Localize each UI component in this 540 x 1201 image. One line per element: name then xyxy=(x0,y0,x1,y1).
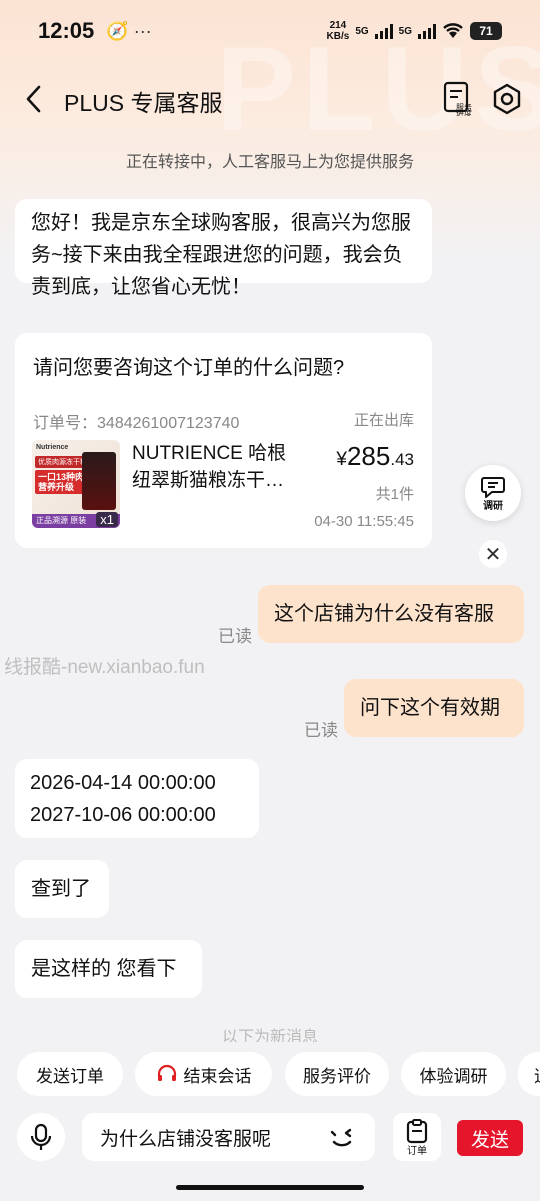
product-image[interactable]: Nutrience 优质肉源冻干粮 一口13种肉 营养升级 正品溯源 原装 x1 xyxy=(32,440,120,528)
sim1-label: 5G xyxy=(355,25,369,37)
order-question: 请问您要咨询这个订单的什么问题? xyxy=(33,357,345,379)
product-count: 共1件 xyxy=(375,486,414,503)
page-title: PLUS 专属客服 xyxy=(64,90,223,116)
more-quick-action-label: 追 xyxy=(534,1062,540,1087)
order-button[interactable]: 订单 xyxy=(393,1113,441,1161)
product-name-line2: 纽翠斯猫粮冻干… xyxy=(132,470,285,491)
close-icon: ✕ xyxy=(484,543,502,566)
network-speed: 214 KB/s xyxy=(327,20,350,42)
send-order-label: 发送订单 xyxy=(36,1066,104,1086)
service-rating-label: 服务评价 xyxy=(303,1066,371,1086)
price-integer: 285 xyxy=(346,441,391,471)
product-bag-graphic xyxy=(82,452,116,510)
send-button[interactable]: 发送 xyxy=(457,1120,523,1156)
read-receipt: 已读 xyxy=(218,627,252,646)
network-speed-unit: KB/s xyxy=(326,31,350,42)
send-order-button[interactable]: 发送订单 xyxy=(17,1052,123,1096)
product-quantity-badge: x1 xyxy=(96,512,118,527)
user-message-text: 问下这个有效期 xyxy=(360,697,500,719)
price-currency: ¥ xyxy=(336,449,347,470)
survey-icon xyxy=(481,476,505,498)
status-right-group: 214 KB/s 5G 5G 71 xyxy=(327,20,502,42)
service-progress-icon[interactable]: 服务 进度 xyxy=(442,80,478,116)
close-float-button[interactable]: ✕ xyxy=(479,540,507,568)
service-rating-button[interactable]: 服务评价 xyxy=(285,1052,389,1096)
wifi-icon xyxy=(443,23,463,38)
status-extra-icons: 🧭 ··· xyxy=(106,20,152,41)
user-message-text: 这个店铺为什么没有客服 xyxy=(274,603,494,625)
agent-date-line: 2026-04-14 00:00:00 xyxy=(30,772,216,794)
nav-bar: PLUS 专属客服 服务 进度 xyxy=(0,70,540,128)
more-quick-action-button[interactable]: 追 xyxy=(518,1052,540,1096)
end-session-label: 结束会话 xyxy=(183,1066,252,1086)
quick-actions-bar: 发送订单 结束会话 服务评价 体验调研 追 xyxy=(0,1052,540,1098)
read-receipt: 已读 xyxy=(304,721,338,740)
agent-welcome-text: 您好！我是京东全球购客服，很高兴为您服务~接下来由我全程跟进您的问题，我会负责到… xyxy=(31,212,411,298)
send-button-label: 发送 xyxy=(470,1129,509,1151)
watermark-text: 线报酷-new.xianbao.fun xyxy=(4,657,205,678)
order-clipboard-icon xyxy=(406,1118,428,1143)
agent-message-text: 查到了 xyxy=(31,878,91,900)
input-row: 订单 发送 xyxy=(0,1110,540,1164)
experience-survey-button[interactable]: 体验调研 xyxy=(401,1052,506,1096)
agent-message: 是这样的 您看下 xyxy=(15,940,202,998)
product-name-line1: NUTRIENCE 哈根 xyxy=(132,443,287,464)
order-number: 订单号：3484261007123740 xyxy=(33,409,239,433)
headset-icon xyxy=(157,1064,176,1081)
user-message: 问下这个有效期 xyxy=(344,679,524,737)
product-image-headline: 一口13种肉 营养升级 xyxy=(35,470,88,494)
order-time: 04-30 11:55:45 xyxy=(314,513,414,530)
signal-bars-1-icon xyxy=(374,23,393,39)
survey-float-button[interactable]: 调研 xyxy=(465,465,521,521)
end-session-button[interactable]: 结束会话 xyxy=(135,1052,272,1096)
signal-bars-2-icon xyxy=(418,23,436,39)
back-arrow-icon[interactable] xyxy=(22,84,46,114)
emoji-icon[interactable] xyxy=(326,1121,358,1153)
product-image-brand: Nutrience xyxy=(36,444,69,451)
user-message: 这个店铺为什么没有客服 xyxy=(258,585,524,643)
microphone-icon xyxy=(30,1123,52,1150)
order-card[interactable]: 请问您要咨询这个订单的什么问题? 订单号：3484261007123740 正在… xyxy=(15,333,432,548)
agent-message: 2026-04-14 00:00:00 2027-10-06 00:00:00 xyxy=(15,759,259,838)
sim2-label: 5G xyxy=(398,25,412,37)
transfer-notice: 正在转接中，人工客服马上为您提供服务 xyxy=(125,154,414,171)
price-decimal: .43 xyxy=(390,450,414,469)
svg-text:进度: 进度 xyxy=(456,108,472,116)
order-status: 正在出库 xyxy=(353,412,414,429)
product-price: ¥285.43 xyxy=(336,441,414,472)
home-indicator[interactable] xyxy=(176,1185,364,1190)
status-time: 12:05 xyxy=(38,18,95,43)
battery-icon: 71 xyxy=(470,22,502,40)
order-number-value: 3484261007123740 xyxy=(97,415,240,432)
order-number-label: 订单号： xyxy=(33,415,98,432)
status-bar: 12:05 🧭 ··· 214 KB/s 5G 5G 71 xyxy=(0,0,540,62)
order-button-label: 订单 xyxy=(407,1145,427,1157)
agent-message: 查到了 xyxy=(15,860,109,918)
agent-message-text: 是这样的 您看下 xyxy=(31,958,177,980)
network-speed-value: 214 xyxy=(329,20,347,31)
agent-date-line: 2027-10-06 00:00:00 xyxy=(30,804,216,826)
product-name[interactable]: NUTRIENCE 哈根 纽翠斯猫粮冻干… xyxy=(132,440,307,494)
survey-label: 调研 xyxy=(483,500,503,512)
agent-welcome-message: 您好！我是京东全球购客服，很高兴为您服务~接下来由我全程跟进您的问题，我会负责到… xyxy=(15,199,432,298)
new-message-divider: 以下为新消息 xyxy=(221,1029,318,1042)
experience-survey-label: 体验调研 xyxy=(419,1066,488,1086)
voice-input-button[interactable] xyxy=(17,1113,65,1161)
settings-icon[interactable] xyxy=(490,82,524,116)
